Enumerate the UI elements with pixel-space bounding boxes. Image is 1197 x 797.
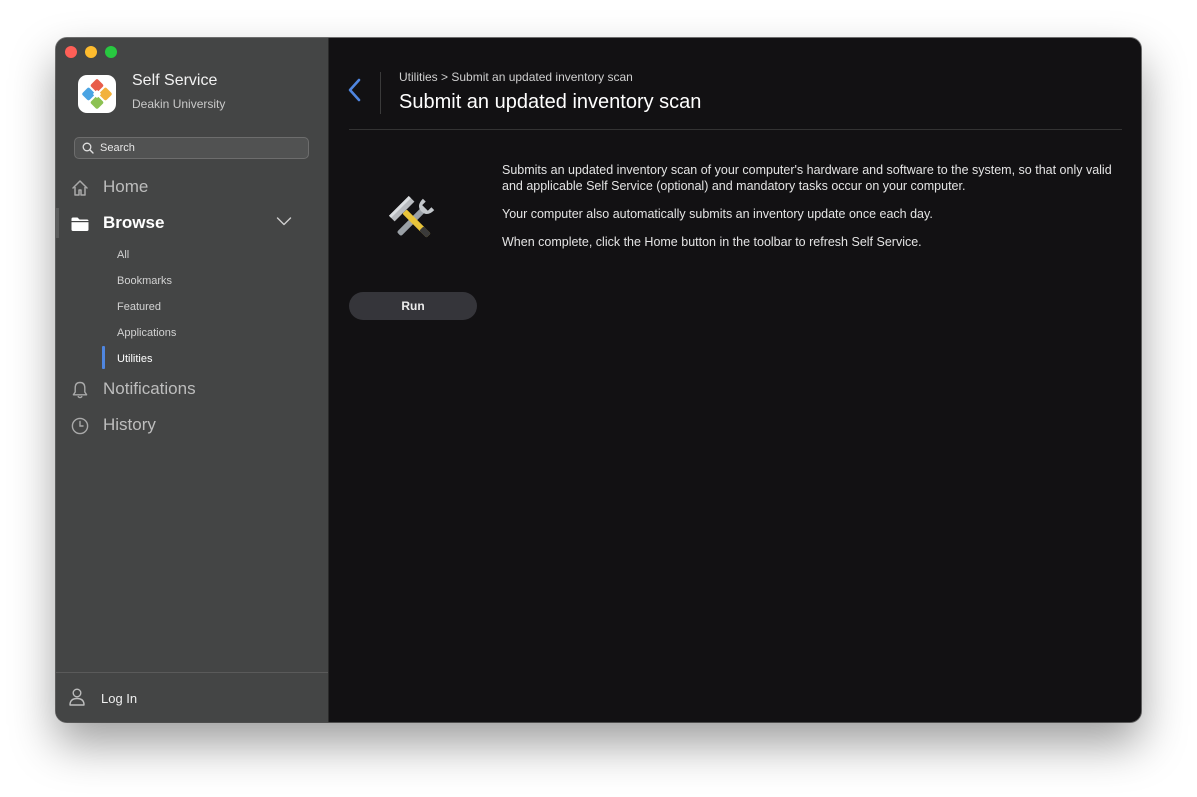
sidebar-item-label: Home: [103, 177, 149, 196]
sidebar-item-label: History: [103, 415, 156, 434]
sidebar-footer: Log In: [56, 672, 328, 722]
browse-selection-accent: [56, 208, 59, 238]
login-label: Log In: [101, 691, 138, 706]
main-content: Utilities > Submit an updated inventory …: [329, 38, 1141, 722]
description-paragraph: Submits an updated inventory scan of you…: [502, 163, 1112, 193]
app-window: Self Service Deakin University Home: [56, 38, 1141, 722]
hammer-wrench-icon: [388, 195, 435, 238]
login-button[interactable]: Log In: [56, 673, 328, 722]
chevron-down-icon[interactable]: [276, 215, 292, 227]
minimize-window-button[interactable]: [85, 46, 97, 58]
sidebar-item-notifications[interactable]: Notifications: [56, 374, 328, 404]
close-window-button[interactable]: [65, 46, 77, 58]
sidebar: Self Service Deakin University Home: [56, 38, 329, 722]
search-icon: [82, 142, 94, 154]
search-box[interactable]: [74, 137, 309, 159]
search-input[interactable]: [100, 138, 300, 158]
breadcrumb: Utilities > Submit an updated inventory …: [399, 70, 633, 84]
sidebar-item-browse[interactable]: Browse: [56, 208, 328, 238]
header-separator: [349, 129, 1122, 130]
folder-icon: [71, 217, 89, 231]
browse-item-utilities[interactable]: Utilities: [117, 350, 152, 368]
app-title: Self Service: [132, 72, 218, 89]
browse-item-bookmarks[interactable]: Bookmarks: [117, 272, 172, 290]
self-service-app-icon: [78, 75, 116, 113]
browse-item-featured[interactable]: Featured: [117, 298, 161, 316]
sidebar-item-label: Browse: [103, 213, 165, 232]
browse-item-all[interactable]: All: [117, 246, 129, 264]
active-item-indicator: [102, 346, 105, 369]
sidebar-item-home[interactable]: Home: [56, 172, 328, 202]
run-button[interactable]: Run: [349, 292, 477, 320]
bell-icon: [72, 381, 88, 399]
window-controls: [65, 46, 117, 58]
sidebar-item-history[interactable]: History: [56, 410, 328, 440]
sidebar-item-label: Notifications: [103, 379, 196, 398]
zoom-window-button[interactable]: [105, 46, 117, 58]
browse-item-applications[interactable]: Applications: [117, 324, 176, 342]
description-paragraph: When complete, click the Home button in …: [502, 235, 922, 249]
home-icon: [72, 180, 88, 196]
page-title: Submit an updated inventory scan: [399, 91, 702, 113]
header-divider: [380, 72, 381, 114]
description: Submits an updated inventory scan of you…: [502, 162, 1122, 262]
clock-icon: [71, 417, 89, 435]
back-button[interactable]: [345, 76, 365, 104]
organization-name: Deakin University: [132, 97, 226, 111]
person-icon: [69, 688, 85, 706]
description-paragraph: Your computer also automatically submits…: [502, 207, 933, 221]
